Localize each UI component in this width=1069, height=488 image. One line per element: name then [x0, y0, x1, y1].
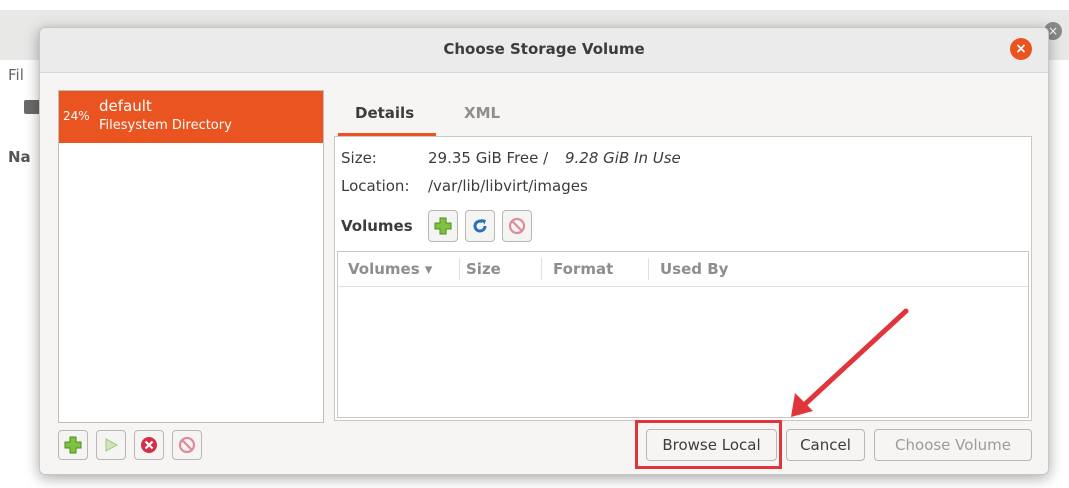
annotation-arrow [791, 308, 909, 417]
